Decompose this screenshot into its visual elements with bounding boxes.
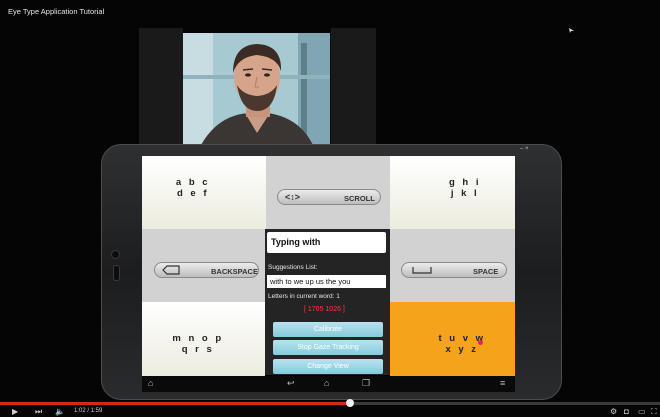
key-letters-row2: x y z	[445, 344, 479, 355]
suggestions-label: Suggestions List:	[268, 264, 318, 271]
video-title[interactable]: Eye Type Application Tutorial	[8, 7, 104, 16]
backspace-icon	[162, 265, 180, 275]
theater-icon[interactable]: ▭	[638, 407, 646, 416]
key-group-mnopqrs[interactable]: m n o p q r s	[142, 302, 265, 376]
key-letters-row2: q r s	[181, 344, 215, 355]
calibrate-button[interactable]: Calibrate	[273, 322, 383, 337]
scroll-icon: <↕>	[285, 192, 301, 202]
suggestions-list[interactable]: with to we up us the you	[267, 275, 386, 288]
scroll-label: SCROLL	[344, 194, 375, 203]
tablet-status-icons: – ×	[520, 146, 529, 152]
keyboard-icon[interactable]: ⌂	[148, 378, 153, 388]
progress-fill	[0, 402, 350, 405]
stop-gaze-tracking-button[interactable]: Stop Gaze Tracking	[273, 340, 383, 355]
gaze-coordinates: [ 1705 1026 ]	[304, 306, 345, 313]
settings-icon[interactable]: ⚙	[610, 407, 617, 416]
volume-icon[interactable]: 🔈	[55, 407, 65, 416]
play-icon[interactable]: ▶	[12, 407, 18, 416]
background-panel-left	[139, 28, 183, 146]
space-icon	[412, 267, 432, 274]
hd-icon[interactable]: ◘	[624, 407, 629, 416]
android-nav-bar: ⌂ ↩ ⌂ ❐ ≡	[142, 376, 515, 392]
letters-count-label: Letters in current word: 1	[268, 293, 340, 300]
background-panel-right	[331, 28, 376, 146]
back-icon[interactable]: ↩	[287, 378, 295, 389]
backspace-label: BACKSPACE	[211, 267, 258, 276]
space-button[interactable]: SPACE	[401, 262, 507, 278]
video-time: 1:02 / 1:59	[74, 408, 103, 414]
scroll-button[interactable]: <↕> SCROLL	[277, 189, 381, 205]
home-icon[interactable]: ⌂	[324, 378, 329, 388]
tablet-camera-icon	[111, 250, 120, 259]
recent-apps-icon[interactable]: ❐	[362, 378, 370, 389]
next-icon[interactable]: ⏭	[35, 407, 42, 417]
webcam-feed	[183, 33, 330, 145]
tablet-sensor-icon	[113, 265, 120, 281]
key-group-ghijkl[interactable]: g h i j k l	[390, 156, 515, 229]
key-letters-row2: j k l	[450, 188, 480, 199]
key-letters-row2: d e f	[176, 188, 210, 199]
typing-text-field[interactable]: Typing with	[267, 232, 386, 253]
key-group-tuvwxyz[interactable]: t u v w x y z	[390, 302, 515, 376]
key-letters-row1: m n o p	[172, 333, 224, 344]
change-view-button[interactable]: Change View	[273, 359, 383, 374]
key-group-abcdef[interactable]: a b c d e f	[142, 156, 266, 229]
backspace-cell[interactable]: BACKSPACE	[142, 229, 265, 302]
key-letters-row1: a b c	[175, 177, 211, 188]
backspace-button[interactable]: BACKSPACE	[154, 262, 259, 278]
mouse-cursor-icon	[569, 28, 574, 33]
scroll-cell[interactable]: <↕> SCROLL	[266, 156, 390, 229]
fullscreen-icon[interactable]: ⛶	[651, 407, 657, 417]
progress-scrubber[interactable]	[345, 399, 354, 407]
gaze-cursor-icon	[478, 340, 483, 345]
key-letters-row1: g h i	[448, 177, 482, 188]
space-label: SPACE	[473, 267, 499, 276]
menu-icon[interactable]: ≡	[500, 378, 505, 388]
space-cell[interactable]: SPACE	[390, 229, 515, 302]
